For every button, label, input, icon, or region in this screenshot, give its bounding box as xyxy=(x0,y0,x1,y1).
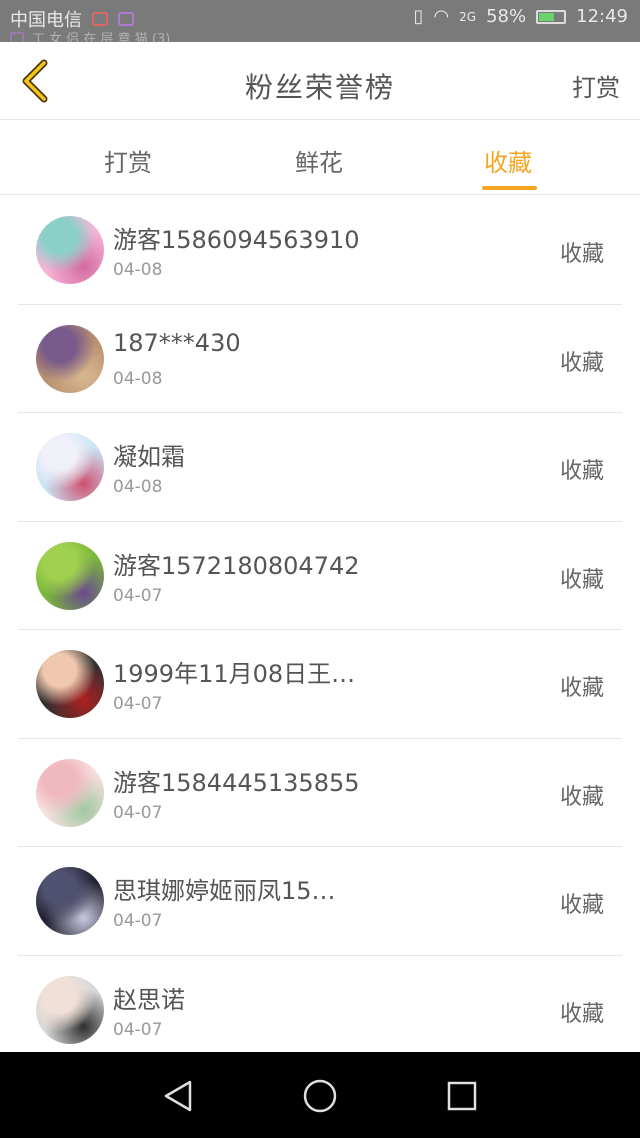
fan-date: 04-08 xyxy=(113,368,163,389)
fan-name: 赵思诺 xyxy=(113,985,185,1014)
support-type-label: 收藏 xyxy=(559,567,604,593)
wifi-icon: ◠ xyxy=(433,6,450,27)
avatar[interactable] xyxy=(36,867,104,935)
battery-percent: 58% xyxy=(486,6,527,27)
fan-row[interactable]: 1999年11月08日王… 04-07 收藏 xyxy=(0,630,640,739)
fan-row[interactable]: 游客1586094563910 04-08 收藏 xyxy=(0,196,640,305)
signal-type: 2G xyxy=(459,9,477,24)
fan-date: 04-07 xyxy=(113,802,163,823)
back-triangle-icon xyxy=(164,1080,192,1112)
fan-date: 04-08 xyxy=(113,477,163,497)
fan-date: 04-08 xyxy=(113,260,163,280)
page-title: 粉丝荣誉榜 xyxy=(244,71,395,104)
navigation-bar xyxy=(0,1052,640,1138)
avatar[interactable] xyxy=(36,975,104,1044)
fan-name: 思琪娜婷姬丽凤15… xyxy=(113,877,336,905)
support-type-label: 收藏 xyxy=(559,893,604,918)
fan-date: 04-07 xyxy=(113,1019,163,1040)
support-type-label: 收藏 xyxy=(559,784,604,810)
support-type-label: 收藏 xyxy=(559,242,604,267)
fan-row[interactable]: 187***430 04-08 收藏 xyxy=(0,305,640,413)
fan-name: 游客1586094563910 xyxy=(113,226,360,254)
fan-name: 凝如霜 xyxy=(113,443,185,471)
recents-square-icon xyxy=(447,1081,477,1111)
fan-date: 04-07 xyxy=(113,694,163,714)
status-right: ▯ ◠ 2G 58% 12:49 xyxy=(414,6,628,27)
avatar[interactable] xyxy=(36,324,104,393)
fan-row[interactable]: 游客1584445135855 04-07 收藏 xyxy=(0,739,640,847)
support-type-label: 收藏 xyxy=(559,1001,604,1027)
fan-date: 04-07 xyxy=(113,911,163,931)
fan-list: 游客1586094563910 04-08 收藏 187***430 04-08 收藏 凝如… xyxy=(0,196,640,1064)
clock: 12:49 xyxy=(576,6,628,27)
fan-date: 04-07 xyxy=(113,585,163,606)
avatar[interactable] xyxy=(36,216,104,284)
tab-tip[interactable]: 打赏 xyxy=(104,143,152,178)
fan-row[interactable]: 游客1572180804742 04-07 收藏 xyxy=(0,522,640,630)
nav-back-button[interactable] xyxy=(158,1076,198,1116)
battery-icon xyxy=(536,9,567,24)
support-type-label: 收藏 xyxy=(559,676,604,701)
support-type-label: 收藏 xyxy=(559,350,604,376)
support-type-label: 收藏 xyxy=(559,459,604,484)
fan-name: 187***430 xyxy=(113,328,241,357)
fan-row[interactable]: 赵思诺 04-07 收藏 xyxy=(0,956,640,1064)
fan-name: 游客1584445135855 xyxy=(113,768,360,797)
status-bar: 中国电信 工 女 侣 在 层 章 猫 (3) ▯ ◠ 2G 58% 12:49 xyxy=(0,0,640,47)
tab-favorites[interactable]: 收藏 xyxy=(484,143,532,178)
avatar[interactable] xyxy=(36,758,104,827)
active-tab-indicator xyxy=(482,186,537,190)
fan-row[interactable]: 思琪娜婷姬丽凤15… 04-07 收藏 xyxy=(0,847,640,956)
app-header: 粉丝荣誉榜 打赏 xyxy=(0,42,640,120)
avatar[interactable] xyxy=(36,650,104,718)
fan-row[interactable]: 凝如霜 04-08 收藏 xyxy=(0,413,640,522)
fan-name: 1999年11月08日王… xyxy=(113,660,356,688)
avatar[interactable] xyxy=(36,541,104,610)
app-notification-icon xyxy=(92,12,108,26)
tab-bar: 打赏 鲜花 收藏 xyxy=(0,121,640,195)
vibrate-icon: ▯ xyxy=(413,6,424,27)
nav-home-button[interactable] xyxy=(300,1076,340,1116)
avatar[interactable] xyxy=(36,433,104,501)
fan-name: 游客1572180804742 xyxy=(113,551,360,580)
app-notification-icon xyxy=(118,12,134,26)
nav-recents-button[interactable] xyxy=(442,1076,482,1116)
tab-flowers[interactable]: 鲜花 xyxy=(295,143,343,178)
tip-action-button[interactable]: 打赏 xyxy=(572,68,620,103)
home-circle-icon xyxy=(303,1079,337,1113)
